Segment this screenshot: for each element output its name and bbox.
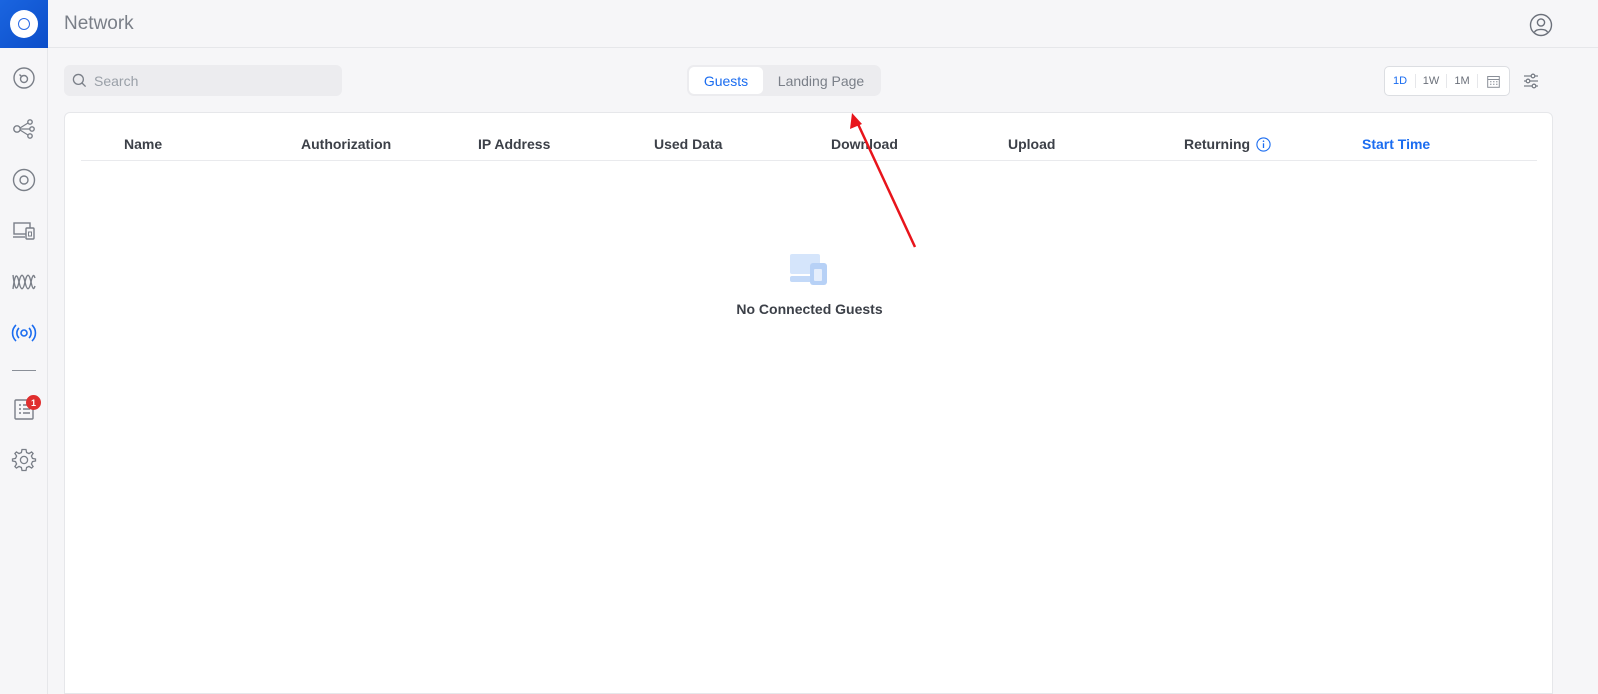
sidebar-item-dashboard[interactable] [0, 58, 48, 98]
view-tabs: Guests Landing Page [687, 65, 881, 96]
sidebar-item-topology[interactable] [0, 109, 48, 149]
empty-state: No Connected Guests [65, 253, 1554, 317]
logo-icon [10, 10, 38, 38]
column-header-upload[interactable]: Upload [1008, 136, 1055, 152]
topology-icon [13, 119, 35, 139]
calendar-icon [1487, 75, 1500, 88]
sidebar-item-hotspot[interactable] [0, 313, 48, 353]
settings-icon [11, 448, 37, 472]
column-header-download[interactable]: Download [831, 136, 898, 152]
sidebar-divider [12, 370, 36, 371]
search-box [64, 65, 342, 96]
column-settings-icon[interactable] [1521, 71, 1541, 91]
sidebar-item-settings[interactable] [0, 440, 48, 480]
range-1w[interactable]: 1W [1416, 74, 1447, 88]
custom-range-button[interactable] [1478, 75, 1509, 88]
top-bar: Network [0, 0, 1598, 48]
dashboard-icon [13, 67, 35, 89]
column-header-ip-address[interactable]: IP Address [478, 136, 550, 152]
search-icon [72, 73, 87, 88]
empty-state-message: No Connected Guests [736, 301, 883, 317]
range-1d[interactable]: 1D [1385, 74, 1416, 88]
sidebar-item-devices[interactable] [0, 160, 48, 200]
notification-badge: 1 [26, 395, 41, 410]
sidebar-item-statistics[interactable] [0, 262, 48, 302]
no-guests-icon [789, 254, 827, 285]
table-header: Name Authorization IP Address Used Data … [81, 129, 1537, 161]
user-account-icon[interactable] [1529, 13, 1553, 37]
column-header-name[interactable]: Name [124, 136, 162, 152]
sidebar-item-clients[interactable] [0, 211, 48, 251]
clients-icon [13, 222, 35, 240]
statistics-icon [12, 274, 36, 290]
app-root: Network 1 Search Guests Landing Page 1D … [0, 0, 1598, 694]
devices-icon [12, 168, 36, 192]
sidebar-item-events[interactable]: 1 [0, 389, 48, 429]
hotspot-icon [11, 324, 37, 342]
range-1m[interactable]: 1M [1447, 74, 1478, 88]
guests-table-card: Name Authorization IP Address Used Data … [64, 112, 1553, 694]
app-title: Network [64, 13, 134, 34]
column-header-used-data[interactable]: Used Data [654, 136, 722, 152]
sidebar: 1 [0, 48, 48, 694]
column-header-authorization[interactable]: Authorization [301, 136, 391, 152]
column-header-returning[interactable]: Returning [1184, 136, 1271, 152]
tab-guests[interactable]: Guests [689, 67, 763, 94]
time-range-selector: 1D 1W 1M [1384, 66, 1510, 96]
tab-landing-page[interactable]: Landing Page [763, 67, 879, 94]
column-header-returning-label: Returning [1184, 136, 1251, 152]
search-input[interactable] [94, 65, 334, 96]
column-header-start-time[interactable]: Start Time [1362, 136, 1430, 152]
info-icon[interactable] [1256, 136, 1271, 152]
app-logo[interactable] [0, 0, 48, 48]
